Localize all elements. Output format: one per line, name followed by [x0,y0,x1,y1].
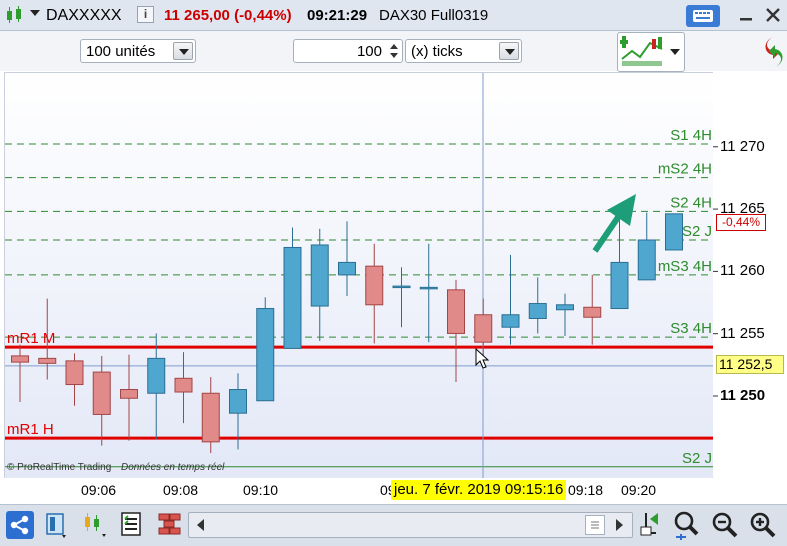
chart-type-icon[interactable] [80,509,110,539]
candle-body [637,239,656,281]
candle-body [528,303,547,319]
quantity-value: 100 unités [86,43,156,60]
auto-scale-icon[interactable] [638,509,664,539]
candle-body [392,285,411,289]
level-label: mR1 M [7,330,55,347]
ticks-value: 100 [356,43,382,60]
order-toolbar: 100 unités 100 (x) ticks [0,31,787,72]
grip-icon [591,521,599,529]
change-badge: -0,44% [716,213,766,231]
candle-body [92,371,111,415]
ticks-stepper[interactable]: 100 [293,39,403,63]
time-tick-label: 09:10 [243,482,279,498]
ticks-unit-value: (x) ticks [411,43,463,60]
realtime-note: Données en temps réel [121,462,225,473]
candle-body [310,244,329,307]
info-icon[interactable]: i [137,6,154,23]
level-label: mS3 4H [658,258,712,275]
candle-body [38,357,57,364]
current-time: 09:21:29 [307,7,368,24]
level-label: mR1 H [7,421,54,438]
candle-body [65,360,84,386]
candle-body [201,392,220,443]
reverse-position-icon[interactable] [763,35,785,69]
scroll-left-icon[interactable] [191,515,211,535]
candlestick-app-icon [7,6,21,23]
candle-body [501,314,520,328]
time-tick-label: 09:08 [163,482,199,498]
layout-icon[interactable] [44,511,70,539]
close-icon[interactable] [765,7,781,23]
candle-body [11,355,29,363]
scroll-right-icon[interactable] [609,515,629,535]
time-tick-label: 09:20 [621,482,657,498]
indicator-button[interactable] [617,32,685,72]
time-axis[interactable]: 09:06 09:08 09:10 09:18 09:20 09 jeu. 7 févr… [4,478,787,502]
mouse-pointer-icon [475,347,490,369]
level-label: mS2 4H [658,161,712,178]
scroll-thumb[interactable] [585,515,605,535]
chevron-down-icon[interactable] [670,49,680,55]
keyboard-icon [693,10,713,22]
last-price-badge: 11 252,5 [716,354,784,374]
properties-icon[interactable] [119,511,143,537]
stepper-arrows-icon[interactable] [388,41,400,61]
price-tick-label: 11 255 [720,324,765,342]
price-chart[interactable]: S1 4H mS2 4H S2 4H mS2 JmS3 4H S3 4H mR1 MmR1… [4,72,714,479]
candle-body [174,377,193,393]
horizontal-scrollbar[interactable] [188,512,633,538]
minimize-icon[interactable] [739,8,753,22]
candle-body [256,308,275,402]
time-tick-label: 09:06 [81,482,117,498]
cursor-time-tooltip: jeu. 7 févr. 2019 09:15:16 [391,480,567,500]
symbol-name[interactable]: DAXXXXX [46,7,122,25]
price-tick-label: 11 250 [720,387,766,404]
price-tick-label: 11 270 [720,137,765,155]
candle-body [338,261,356,276]
candle-body [365,265,384,306]
title-bar: DAXXXXX i 11 265,00 (-0,44%) 09:21:29 DA… [0,0,787,31]
time-tick-label: 09:18 [568,482,604,498]
instrument-name: DAX30 Full0319 [379,7,489,24]
candle-body [147,357,166,394]
add-indicator-icon [620,36,663,66]
trend-arrow-icon [607,194,636,226]
price-change: 11 265,00 (-0,44%) [164,7,292,24]
candle-body [610,261,629,310]
quantity-select[interactable]: 100 unités [80,39,196,63]
zoom-in-icon[interactable] [748,510,778,540]
chevron-down-icon[interactable] [173,42,193,60]
ticks-unit-select[interactable]: (x) ticks [405,39,522,63]
candle-body [283,246,302,349]
chevron-down-icon[interactable] [499,42,519,60]
candle-body [229,389,247,414]
price-axis[interactable]: 11 270 11 265 11 260 11 255 11 250 11 252,5 [713,72,787,477]
candle-body [120,389,138,399]
level-label: S2 J [682,450,712,467]
candle-body [556,304,574,311]
price-tick-label: 11 260 [720,262,765,280]
level-label: S2 4H [670,194,712,211]
brick-icon[interactable] [156,511,184,537]
keyboard-button[interactable] [686,5,720,27]
copyright-label: © ProRealTime Trading [7,462,112,473]
level-label: S1 4H [670,127,712,144]
level-label: S3 4H [670,320,712,337]
share-icon [10,515,29,535]
zoom-out-icon[interactable] [710,510,740,540]
candle-body [447,289,465,334]
candle-body [583,306,602,318]
zoom-fit-icon[interactable] [672,509,702,541]
bottom-toolbar [0,504,787,546]
share-button[interactable] [6,511,34,539]
candle-body [419,286,438,290]
chart-svg: S1 4HmS2 4HS2 4HmS2 JmS3 4HS3 4HmR1 MmR1… [5,73,714,478]
candle-body [474,314,493,343]
candle-body [665,213,683,251]
symbol-dropdown-arrow-icon[interactable] [30,10,40,16]
